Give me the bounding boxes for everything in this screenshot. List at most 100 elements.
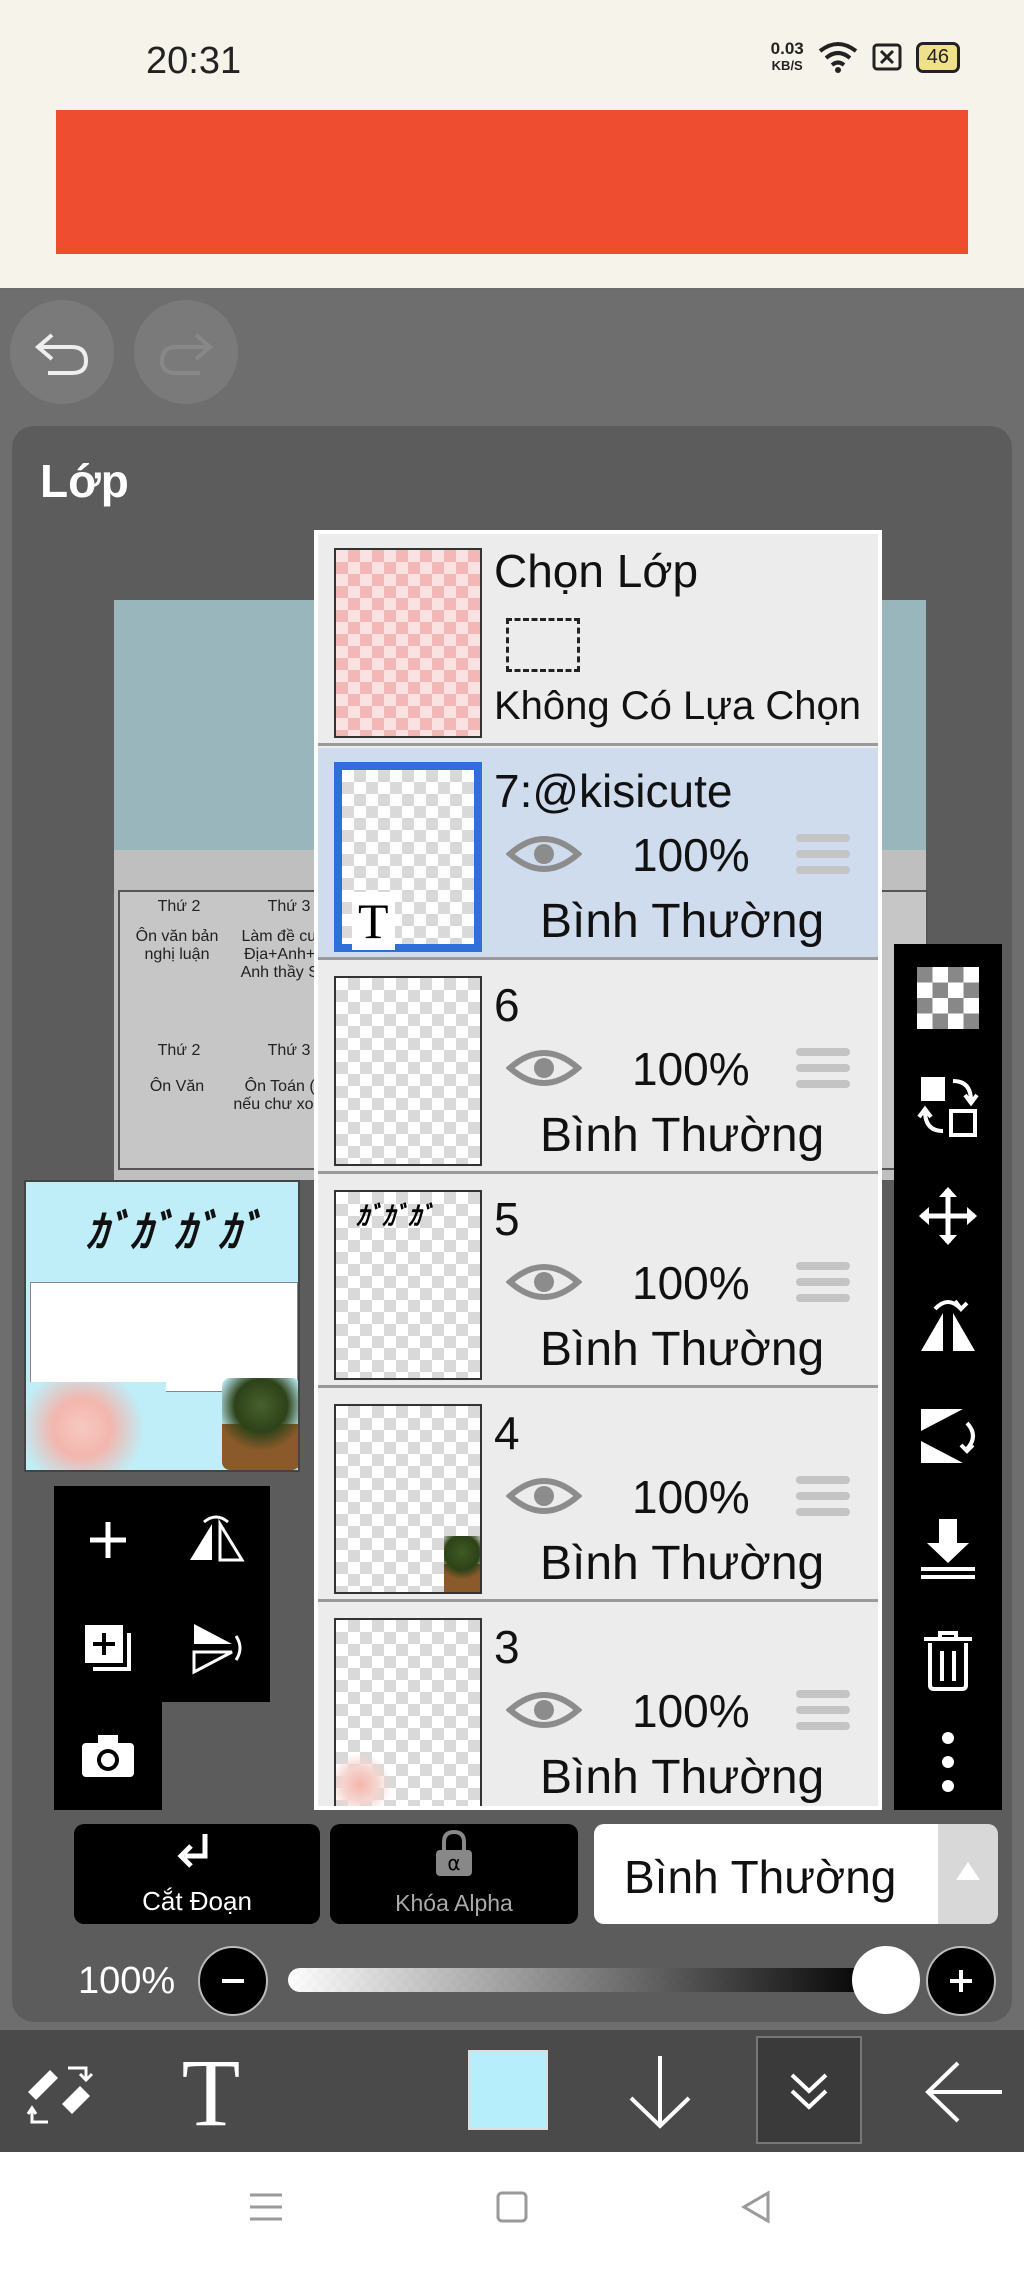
sim-x-icon [872,43,902,71]
triangle-up-icon [956,1862,980,1880]
arrow-left-icon [925,2061,1002,2123]
menu-icon [250,2193,282,2221]
canvas-preview[interactable]: ｶﾞｶﾞｶﾞｶﾞ [24,1180,300,1472]
back-nav-button[interactable] [736,2184,776,2238]
flower-art [336,1752,396,1806]
opacity-decrease-button[interactable] [198,1946,268,2016]
text-layer-icon: T [352,892,395,950]
layer-tools [54,1486,270,1812]
swap-layer-button[interactable] [908,1066,988,1146]
layer-thumbnail: T [334,762,482,952]
merge-down-button[interactable] [908,1508,988,1588]
layer-opacity: 100% [632,1685,750,1737]
drag-handle[interactable] [796,834,850,878]
trash-icon [924,1631,972,1691]
layer-row[interactable]: T 7:@kisicute 100% Bình Thường [318,748,878,960]
blend-mode-select[interactable]: Bình Thường [594,1824,938,1924]
speed-unit: KB/S [771,58,803,73]
delete-layer-button[interactable] [908,1620,988,1700]
eye-icon[interactable] [506,1472,582,1520]
layer-row[interactable]: 3 100% Bình Thường [318,1604,878,1806]
layer-thumbnail [334,976,482,1166]
ad-banner[interactable] [56,110,968,254]
layer-thumbnail: ｶﾞｶﾞｶﾞ [334,1190,482,1380]
selection-layer-row[interactable]: Chọn Lớp Không Có Lựa Chọn [318,534,878,746]
layer-row[interactable]: 6 100% Bình Thường [318,962,878,1174]
move-button[interactable] [908,1176,988,1256]
back-button[interactable] [916,2044,1012,2140]
flip-vertical-button[interactable] [162,1594,270,1702]
eye-icon[interactable] [506,1258,582,1306]
layer-row[interactable]: 4 100% Bình Thường [318,1390,878,1602]
menu-nav-button[interactable] [246,2184,286,2238]
flip-vertical-button[interactable] [908,1396,988,1476]
redo-icon [159,333,214,375]
layer-down-button[interactable] [618,2044,702,2140]
opacity-slider[interactable] [288,1968,878,1992]
opacity-increase-button[interactable] [926,1946,996,2016]
move-icon [919,1187,977,1245]
minus-icon [222,1979,244,1983]
layer-row[interactable]: ｶﾞｶﾞｶﾞ 5 100% Bình Thường [318,1176,878,1388]
home-nav-button[interactable] [492,2184,532,2238]
blend-mode-dropdown[interactable] [938,1824,998,1924]
doodle-art: ｶﾞｶﾞｶﾞ [356,1201,435,1231]
right-toolbar [894,944,1002,1810]
layer-blend-mode: Bình Thường [540,895,825,948]
speed-value: 0.03 [770,39,804,58]
flip-horizontal-button[interactable] [162,1486,270,1594]
layer-thumbnail [334,1618,482,1806]
drag-handle[interactable] [796,1048,850,1092]
plus-icon [950,1970,972,1992]
flip-horizontal-button[interactable] [908,1286,988,1366]
alpha-lock-button[interactable]: α Khóa Alpha [330,1824,578,1924]
flower-art [26,1382,166,1470]
merge-down-icon [921,1519,975,1579]
flip-horizontal-icon [190,1515,245,1562]
eye-icon[interactable] [506,830,582,878]
panel-title: Lớp [40,455,129,507]
eye-icon[interactable] [506,1044,582,1092]
network-speed: 0.03 KB/S [771,40,804,74]
drag-handle[interactable] [796,1476,850,1520]
camera-button[interactable] [54,1702,162,1810]
transparency-button[interactable] [908,958,988,1038]
back-triangle-icon [741,2190,770,2224]
layer-opacity: 100% [632,1043,750,1095]
opacity-slider-handle[interactable] [852,1946,920,2014]
camera-icon [82,1735,134,1777]
drag-handle[interactable] [796,1262,850,1306]
current-color-swatch[interactable] [468,2050,548,2130]
clipping-button[interactable]: Cắt Đoạn [74,1824,320,1924]
add-layer-button[interactable] [54,1486,162,1594]
flip-vertical-icon [192,1624,242,1675]
layer-opacity: 100% [632,829,750,881]
battery-indicator: 46 [915,41,960,73]
table-cell: Ôn văn bản nghị luận [135,928,219,963]
eye-icon[interactable] [506,1686,582,1734]
duplicate-layer-button[interactable] [54,1594,162,1702]
clock: 20:31 [146,40,242,82]
more-vertical-icon [942,1732,954,1792]
selection-title: Chọn Lớp [494,545,699,597]
drag-handle[interactable] [796,1690,850,1734]
text-tool-button[interactable]: T [166,2039,256,2146]
redo-button[interactable] [134,300,238,404]
clip-arrow-icon [74,1830,320,1884]
brush-eraser-button[interactable] [18,2044,102,2140]
undo-button[interactable] [10,300,114,404]
layer-blend-mode: Bình Thường [540,1323,825,1376]
more-options-button[interactable] [908,1722,988,1802]
preview-sheet [30,1282,298,1392]
layer-list[interactable]: Chọn Lớp Không Có Lựa Chọn T 7:@kisicute… [314,530,882,1810]
status-bar: 20:31 0.03 KB/S 46 [0,0,1024,288]
layer-opacity: 100% [632,1257,750,1309]
plant-pot-art [222,1378,298,1470]
layer-name: 7:@kisicute [494,765,733,817]
pen-eraser-icon [26,2066,94,2124]
selection-marquee-icon [506,618,580,672]
layer-panel-toggle-button[interactable] [756,2036,862,2144]
checkerboard-icon [917,967,979,1029]
lock-alpha-icon: α [330,1829,578,1888]
layer-thumbnail [334,1404,482,1594]
